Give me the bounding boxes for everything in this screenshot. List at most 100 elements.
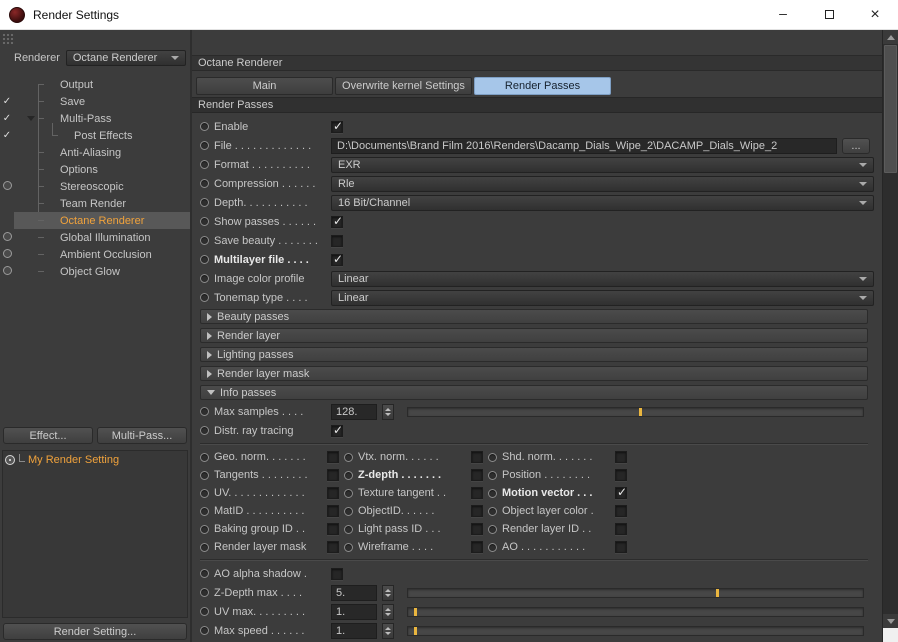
- animation-dot-icon[interactable]: [488, 488, 497, 498]
- animation-dot-icon[interactable]: [344, 542, 353, 552]
- scroll-up-button[interactable]: [883, 30, 898, 44]
- slider-handle[interactable]: [716, 588, 720, 597]
- pass-checkbox[interactable]: [471, 541, 483, 553]
- compression-dropdown[interactable]: Rle: [331, 175, 874, 192]
- group-render-layer-mask[interactable]: Render layer mask: [200, 366, 868, 381]
- animation-dot-icon[interactable]: [200, 542, 209, 552]
- pass-checkbox[interactable]: [471, 451, 483, 463]
- slider-handle[interactable]: [413, 607, 417, 616]
- sidebar-item-ambient-occlusion[interactable]: Ambient Occlusion: [0, 246, 190, 263]
- animation-dot-icon[interactable]: [200, 122, 209, 131]
- animation-dot-icon[interactable]: [344, 488, 353, 498]
- vertical-scrollbar[interactable]: [882, 30, 898, 642]
- sidebar-item-octane-renderer[interactable]: Octane Renderer: [0, 212, 190, 229]
- pass-checkbox[interactable]: [615, 541, 627, 553]
- animation-dot-icon[interactable]: [488, 524, 497, 534]
- pass-checkbox[interactable]: [471, 523, 483, 535]
- max-samples-stepper[interactable]: [382, 403, 394, 420]
- close-button[interactable]: ×: [852, 0, 898, 29]
- animation-dot-icon[interactable]: [488, 470, 497, 480]
- slider-handle[interactable]: [413, 626, 417, 635]
- tonemap-type-dropdown[interactable]: Linear: [331, 289, 874, 306]
- animation-dot-icon[interactable]: [200, 426, 209, 435]
- pass-checkbox[interactable]: [615, 469, 627, 481]
- animation-dot-icon[interactable]: [200, 160, 209, 169]
- animation-dot-icon[interactable]: [200, 293, 209, 302]
- sidebar-item-object-glow[interactable]: Object Glow: [0, 263, 190, 280]
- animation-dot-icon[interactable]: [200, 488, 209, 498]
- animation-dot-icon[interactable]: [200, 236, 209, 245]
- group-lighting-passes[interactable]: Lighting passes: [200, 347, 868, 362]
- animation-dot-icon[interactable]: [200, 217, 209, 226]
- zdepth-max-slider[interactable]: [407, 587, 864, 598]
- file-path-input[interactable]: D:\Documents\Brand Film 2016\Renders\Dac…: [331, 137, 837, 154]
- uv-max-input[interactable]: 1.: [331, 603, 377, 620]
- render-setting-item[interactable]: My Render Setting: [3, 451, 187, 469]
- animation-dot-icon[interactable]: [200, 524, 209, 534]
- pass-checkbox[interactable]: [471, 487, 483, 499]
- image-color-profile-dropdown[interactable]: Linear: [331, 270, 874, 287]
- show-passes-checkbox[interactable]: [331, 214, 343, 228]
- pass-checkbox[interactable]: [327, 487, 339, 499]
- pass-checkbox[interactable]: [615, 505, 627, 517]
- animation-dot-icon[interactable]: [344, 506, 353, 516]
- animation-dot-icon[interactable]: [488, 452, 497, 462]
- pass-checkbox[interactable]: [327, 469, 339, 481]
- animation-dot-icon[interactable]: [200, 274, 209, 283]
- tab-overwrite-kernel-settings[interactable]: Overwrite kernel Settings: [335, 77, 472, 95]
- led-toggle-icon[interactable]: [0, 177, 14, 196]
- zdepth-max-stepper[interactable]: [382, 584, 394, 601]
- animation-dot-icon[interactable]: [200, 141, 209, 150]
- led-toggle-icon[interactable]: [0, 262, 14, 281]
- group-render-layer[interactable]: Render layer: [200, 328, 868, 343]
- pass-checkbox[interactable]: [615, 485, 627, 499]
- scroll-down-button[interactable]: [883, 614, 898, 628]
- animation-dot-icon[interactable]: [344, 524, 353, 534]
- sidebar-item-team-render[interactable]: Team Render: [0, 195, 190, 212]
- group-info-passes[interactable]: Info passes: [200, 385, 868, 400]
- max-speed-input[interactable]: 1.: [331, 622, 377, 639]
- pass-checkbox[interactable]: [615, 523, 627, 535]
- resize-corner[interactable]: [883, 628, 898, 642]
- pass-checkbox[interactable]: [327, 523, 339, 535]
- pass-checkbox[interactable]: [615, 451, 627, 463]
- enable-checkbox[interactable]: [331, 119, 343, 133]
- tab-main[interactable]: Main: [196, 77, 333, 95]
- distr-ray-tracing-checkbox[interactable]: [331, 423, 343, 437]
- max-samples-slider[interactable]: [407, 406, 864, 417]
- animation-dot-icon[interactable]: [200, 470, 209, 480]
- pass-checkbox[interactable]: [327, 451, 339, 463]
- uv-max-stepper[interactable]: [382, 603, 394, 620]
- ao-alpha-shadow-checkbox[interactable]: [331, 567, 343, 580]
- scrollbar-thumb[interactable]: [884, 45, 897, 173]
- slider-handle[interactable]: [639, 407, 643, 416]
- animation-dot-icon[interactable]: [488, 542, 497, 552]
- pass-checkbox[interactable]: [327, 541, 339, 553]
- animation-dot-icon[interactable]: [200, 626, 209, 635]
- sidebar-item-global-illumination[interactable]: Global Illumination: [0, 229, 190, 246]
- multi-pass-button[interactable]: Multi-Pass...: [97, 427, 187, 444]
- browse-button[interactable]: ...: [842, 137, 870, 154]
- animation-dot-icon[interactable]: [200, 506, 209, 516]
- sidebar-item-anti-aliasing[interactable]: Anti-Aliasing: [0, 144, 190, 161]
- animation-dot-icon[interactable]: [200, 569, 209, 578]
- sidebar-item-stereoscopic[interactable]: Stereoscopic: [0, 178, 190, 195]
- effect-button[interactable]: Effect...: [3, 427, 93, 444]
- tab-render-passes[interactable]: Render Passes: [474, 77, 611, 95]
- depth-dropdown[interactable]: 16 Bit/Channel: [331, 194, 874, 211]
- maximize-button[interactable]: [806, 0, 852, 29]
- pass-checkbox[interactable]: [327, 505, 339, 517]
- animation-dot-icon[interactable]: [200, 407, 209, 416]
- animation-dot-icon[interactable]: [200, 607, 209, 616]
- animation-dot-icon[interactable]: [200, 452, 209, 462]
- minimize-button[interactable]: –: [760, 0, 806, 29]
- animation-dot-icon[interactable]: [200, 255, 209, 264]
- grip-handle[interactable]: [0, 30, 190, 46]
- animation-dot-icon[interactable]: [200, 588, 209, 597]
- sidebar-item-save[interactable]: Save: [0, 93, 190, 110]
- animation-dot-icon[interactable]: [200, 198, 209, 207]
- sidebar-item-multi-pass[interactable]: Multi-Pass: [0, 110, 190, 127]
- renderer-dropdown[interactable]: Octane Renderer: [65, 50, 186, 66]
- pass-checkbox[interactable]: [471, 469, 483, 481]
- check-icon[interactable]: [0, 110, 14, 127]
